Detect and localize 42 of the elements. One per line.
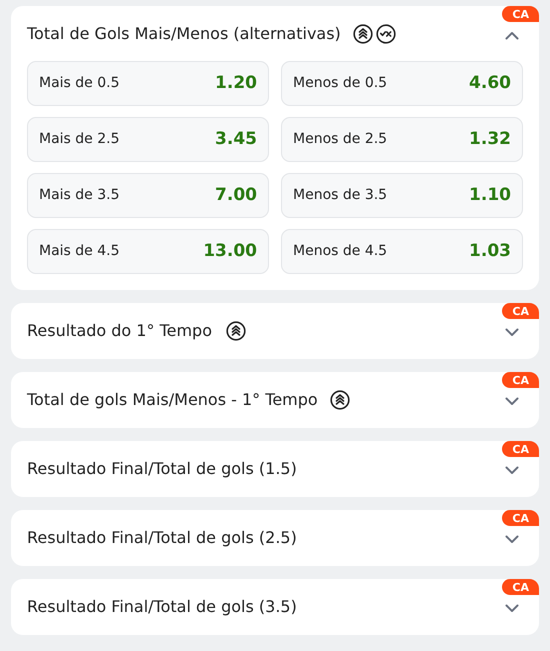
option-label: Menos de 2.5 [293,130,388,149]
odds-button[interactable]: Mais de 2.5 3.45 [27,117,269,162]
odds-value: 3.45 [215,128,257,151]
odds-button[interactable]: Menos de 3.5 1.10 [281,173,523,218]
chevron-down-icon[interactable] [505,534,519,544]
odds-value: 1.20 [215,72,257,95]
option-label: Mais de 0.5 [39,74,120,93]
option-label: Menos de 4.5 [293,242,388,261]
chevron-down-icon[interactable] [505,328,519,336]
chevron-down-icon[interactable] [505,396,519,406]
market-title: Resultado Final/Total de gols (2.5) [27,527,297,549]
option-label: Mais de 2.5 [39,130,120,149]
market-title: Resultado Final/Total de gols (1.5) [27,458,297,480]
market-title: Total de gols Mais/Menos - 1° Tempo [27,389,318,411]
odds-button[interactable]: Menos de 4.5 1.03 [281,229,523,274]
market-title: Resultado Final/Total de gols (3.5) [27,596,297,618]
odds-button[interactable]: Mais de 3.5 7.00 [27,173,269,218]
chevron-down-icon[interactable] [505,604,519,612]
option-label: Menos de 0.5 [293,74,388,93]
odds-button[interactable]: Menos de 2.5 1.32 [281,117,523,162]
odds-value: 1.32 [469,128,511,151]
cash-badge: CA [502,579,539,595]
odds-button[interactable]: Menos de 0.5 4.60 [281,61,523,106]
chevron-down-icon[interactable] [505,466,519,474]
odds-value: 13.00 [203,240,257,263]
market-title: Total de Gols Mais/Menos (alternativas) [27,23,341,45]
cash-badge: CA [502,510,539,526]
odds-button[interactable]: Mais de 4.5 13.00 [27,229,269,274]
cash-badge: CA [502,303,539,319]
market-title: Resultado do 1° Tempo [27,320,212,342]
cash-badge: CA [502,441,539,457]
odds-value: 7.00 [215,184,257,207]
cash-badge: CA [502,372,539,388]
odds-value: 4.60 [469,72,511,95]
cash-badge: CA [502,6,539,22]
chevron-up-icon[interactable] [505,30,519,40]
option-label: Mais de 3.5 [39,186,120,205]
odds-button[interactable]: Mais de 0.5 1.20 [27,61,269,106]
option-label: Menos de 3.5 [293,186,388,205]
odds-value: 1.10 [469,184,511,207]
odds-value: 1.03 [469,240,511,263]
option-label: Mais de 4.5 [39,242,120,261]
